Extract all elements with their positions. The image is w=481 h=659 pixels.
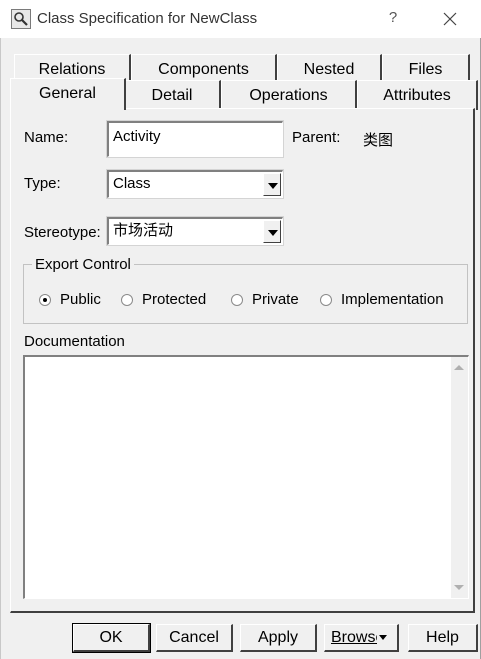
scroll-up-icon[interactable] (454, 365, 464, 370)
magnifier-icon (11, 9, 31, 29)
apply-button[interactable]: Apply (240, 624, 317, 652)
radio-public-label[interactable]: Public (60, 291, 101, 308)
stereotype-select[interactable]: 市场活动 (106, 216, 284, 246)
radio-public[interactable] (39, 294, 51, 306)
browse-button-label: Browse (331, 629, 377, 646)
name-input[interactable]: Activity (106, 120, 284, 158)
documentation-label: Documentation (24, 333, 125, 350)
name-label: Name: (24, 129, 69, 146)
documentation-scrollbar[interactable] (451, 357, 468, 598)
tab-detail[interactable]: Detail (124, 80, 221, 110)
documentation-textarea[interactable] (23, 355, 469, 599)
stereotype-select-value: 市场活动 (113, 222, 174, 239)
browse-button[interactable]: Browse (324, 624, 399, 652)
window-title: Class Specification for NewClass (37, 10, 258, 27)
tab-attributes[interactable]: Attributes (357, 80, 478, 110)
ok-button[interactable]: OK (72, 623, 151, 653)
help-title-button[interactable]: ? (385, 9, 401, 29)
radio-implementation[interactable] (320, 294, 332, 306)
parent-label: Parent: (292, 129, 341, 146)
export-control-legend: Export Control (32, 256, 134, 273)
type-select[interactable]: Class (106, 169, 284, 199)
radio-private-label[interactable]: Private (252, 291, 299, 308)
tab-operations[interactable]: Operations (221, 80, 357, 110)
radio-private[interactable] (231, 294, 243, 306)
stereotype-label: Stereotype: (24, 224, 101, 241)
chevron-down-icon[interactable] (263, 173, 281, 196)
radio-protected[interactable] (121, 294, 133, 306)
parent-value: 类图 (363, 132, 394, 149)
help-button[interactable]: Help (408, 624, 478, 652)
close-icon[interactable] (440, 9, 460, 29)
scroll-down-icon[interactable] (454, 585, 464, 590)
radio-protected-label[interactable]: Protected (142, 291, 206, 308)
chevron-down-icon[interactable] (263, 220, 281, 243)
chevron-down-icon (379, 635, 387, 641)
type-select-value: Class (113, 175, 151, 192)
radio-implementation-label[interactable]: Implementation (341, 291, 444, 308)
cancel-button[interactable]: Cancel (156, 624, 233, 652)
type-label: Type: (24, 175, 61, 192)
tab-general[interactable]: General (10, 78, 126, 110)
